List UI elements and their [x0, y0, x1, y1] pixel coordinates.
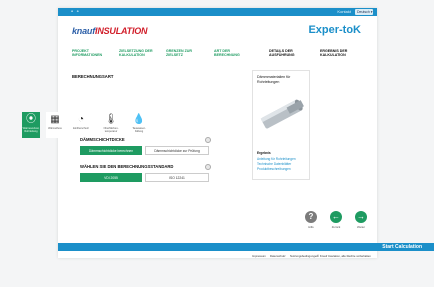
tile-condensation[interactable]: 💧 Tauwasser-bildung — [130, 112, 148, 138]
back-button[interactable]: ← — [330, 211, 342, 223]
tile-heat-loss-pipe[interactable]: ⦿ Wärmeverlust, Rohrleitung — [22, 112, 40, 138]
info-side-card: Dämmmaterialien für Rohrleitungen Ergebn… — [252, 70, 310, 180]
tile-heat-flow[interactable]: ▦ Wärmefluss — [46, 112, 64, 138]
standard-vdi-button[interactable]: VDI 2055 — [80, 173, 142, 182]
gauge-icon: ◔ — [77, 114, 85, 125]
info-icon[interactable] — [205, 164, 211, 170]
tile-label: Oberflächen-temperatur — [103, 127, 119, 133]
calculate-thickness-button[interactable]: Dämmschichtdicke berechnen — [80, 146, 142, 155]
side-card-heading: Ergebnis — [257, 151, 271, 155]
next-label: Weiter — [356, 225, 366, 229]
arrow-right-icon: → — [357, 212, 365, 221]
tile-label: Wärmeverlust, Rohrleitung — [22, 127, 40, 133]
info-icon[interactable] — [205, 137, 211, 143]
step-calculation-type[interactable]: ART DER BERECHNUNG — [214, 49, 252, 58]
check-thickness-button[interactable]: Dämmschichtdicke zur Prüfung — [145, 146, 209, 155]
contact-link[interactable]: Kontakt — [337, 9, 351, 14]
help-icon: ? — [308, 212, 314, 221]
page-background: ⚬ ⚬ Kontakt Deutsch ▾ knaufINSULATION Ex… — [0, 0, 434, 287]
step-calculation-goal[interactable]: ZIELSETZUNG DER KALKULATION — [119, 49, 159, 58]
logo-accent: INSULATION — [95, 26, 148, 36]
step-execution-details[interactable]: DETAILS DER AUSFÜHRUNG — [269, 49, 309, 58]
next-button[interactable]: → — [355, 211, 367, 223]
tile-label: Tauwasser-bildung — [132, 127, 146, 133]
step-result[interactable]: ERGEBNIS DER KALKULATION — [320, 49, 362, 58]
standard-title: WÄHLEN SIE DEN BERECHNUNGSSTANDARD — [80, 164, 174, 169]
footer-link-terms[interactable]: Nutzungsbedingungen — [290, 254, 318, 258]
help-button[interactable]: ? — [305, 211, 317, 223]
grid-icon: ▦ — [50, 114, 60, 125]
tile-freeze-protection[interactable]: ◔ Einfrierschutz — [72, 112, 90, 138]
standard-iso-button[interactable]: ISO 12241 — [145, 173, 209, 182]
insulation-thickness-title: DÄMMSCHICHTDICKE — [80, 137, 125, 142]
company-logo[interactable]: knaufINSULATION — [72, 26, 148, 36]
tile-label: Einfrierschutz — [73, 127, 89, 130]
logo-main: knauf — [72, 26, 96, 36]
side-card-title: Dämmmaterialien für Rohrleitungen — [257, 75, 291, 84]
help-label: Hilfe — [308, 225, 314, 229]
side-card-link[interactable]: Anleitung für Rohrleitungen — [257, 157, 296, 161]
top-bar: ⚬ ⚬ Kontakt Deutsch ▾ — [58, 8, 377, 16]
side-card-link[interactable]: Technische Datenblätter — [257, 162, 291, 166]
start-calculation-button[interactable]: Start Calculation — [370, 243, 434, 251]
step-boundaries[interactable]: GRENZEN ZUR ZIELSETZ — [166, 49, 204, 58]
step-project-info[interactable]: PROJEKT INFORMATIONEN — [72, 49, 110, 58]
calculation-type-tiles: ⦿ Wärmeverlust, Rohrleitung ▦ Wärmefluss… — [22, 112, 148, 138]
side-card-link[interactable]: Produktbeschreibungen — [257, 167, 291, 171]
temperature-icon: 🌡 — [104, 114, 118, 125]
footer: Impressum Datenschutz Nutzungsbedingunge… — [200, 254, 380, 260]
product-brand: Exper-toK — [308, 24, 361, 36]
calculation-type-title: BERECHNUNGSART — [72, 74, 114, 79]
footer-link-privacy[interactable]: Datenschutz — [270, 254, 286, 258]
pipe-insulation-image — [260, 99, 304, 129]
language-select[interactable]: Deutsch ▾ — [355, 9, 373, 15]
start-calculation-bar: Start Calculation — [58, 243, 434, 251]
back-label: Zurück — [331, 225, 341, 229]
pipe-icon: ⦿ — [26, 114, 36, 125]
wizard-steps: PROJEKT INFORMATIONEN ZIELSETZUNG DER KA… — [72, 49, 362, 63]
tile-label: Wärmefluss — [48, 127, 62, 130]
drop-icon: 💧 — [132, 114, 146, 125]
footer-link-imprint[interactable]: Impressum — [252, 254, 266, 258]
tile-surface-temperature[interactable]: 🌡 Oberflächen-temperatur — [102, 112, 120, 138]
arrow-left-icon: ← — [332, 212, 340, 221]
footer-copyright: © Knauf Insulation, alle Rechte vorbehal… — [317, 254, 371, 258]
top-bar-left-text: ⚬ ⚬ — [70, 9, 80, 15]
